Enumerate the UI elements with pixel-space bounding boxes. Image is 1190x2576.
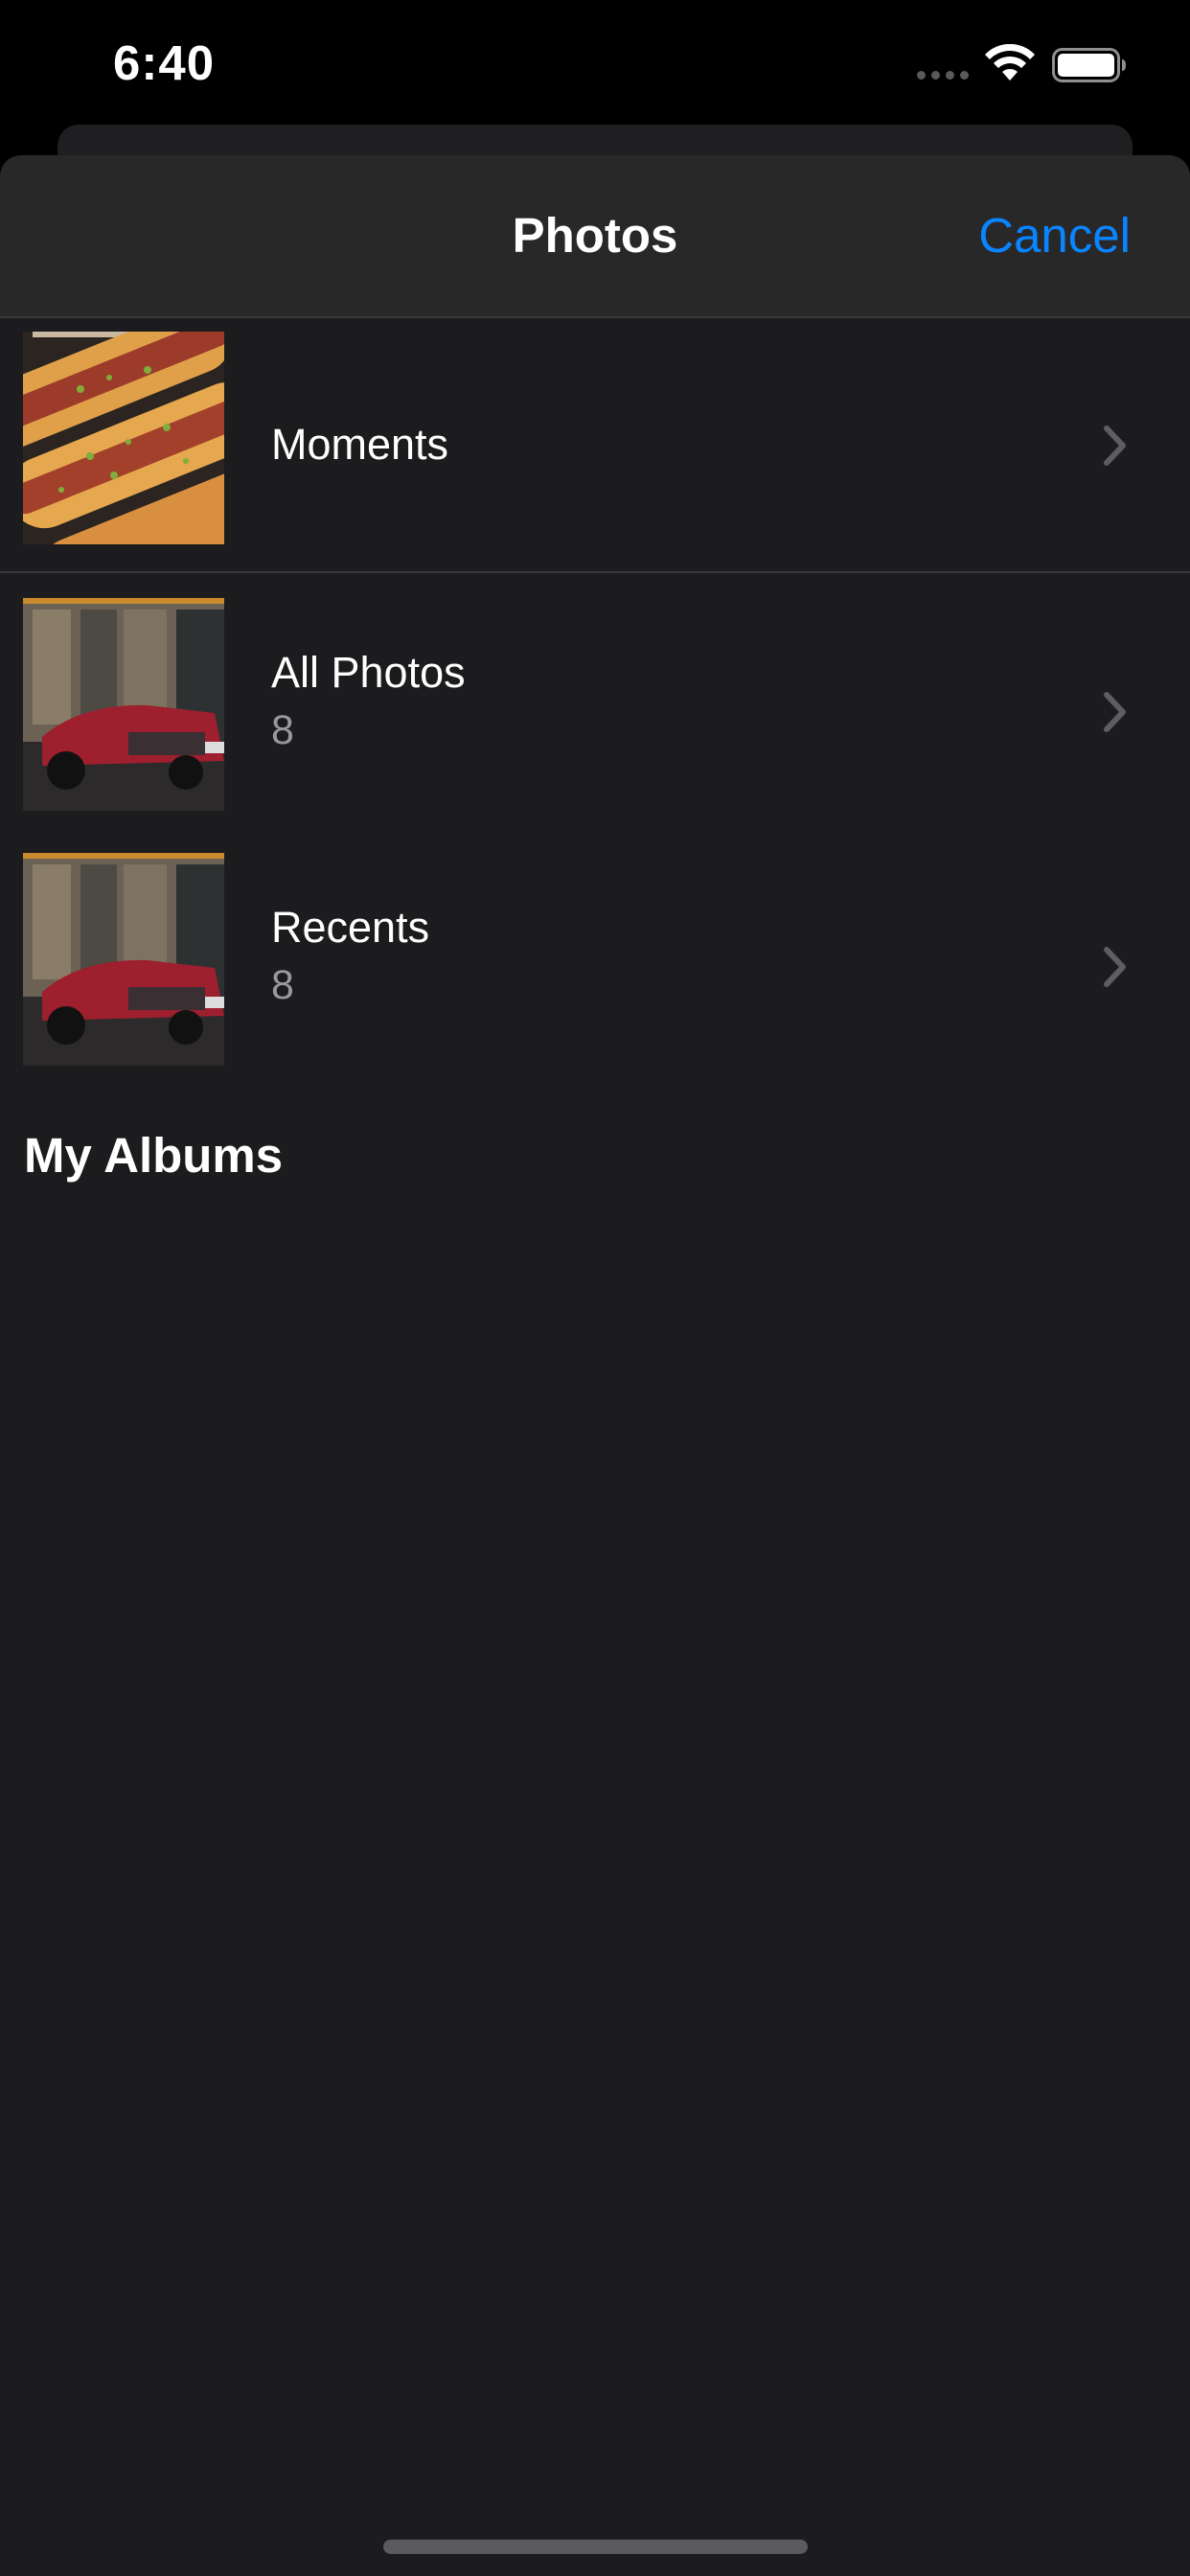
photos-sheet: Photos Cancel Moments All Photos 8 Recen… — [0, 155, 1190, 2576]
status-bar: 6:40 — [0, 0, 1190, 134]
wifi-icon — [985, 44, 1035, 80]
car-thumbnail — [23, 598, 224, 811]
album-row-moments[interactable]: Moments — [0, 316, 1190, 571]
status-time: 6:40 — [113, 35, 216, 90]
chevron-right-icon — [1104, 692, 1126, 732]
navigation-bar: Photos Cancel — [0, 155, 1190, 318]
album-name: All Photos — [271, 648, 466, 697]
album-count: 8 — [271, 962, 294, 1008]
my-albums-header: My Albums — [24, 1128, 284, 1183]
cancel-button[interactable]: Cancel — [978, 207, 1131, 264]
album-name: Recents — [271, 903, 430, 952]
album-name: Moments — [271, 420, 449, 469]
cellular-signal-icon — [917, 71, 973, 80]
chevron-right-icon — [1104, 947, 1126, 987]
chevron-right-icon — [1104, 426, 1126, 466]
album-count: 8 — [271, 707, 294, 753]
food-thumbnail — [23, 332, 224, 544]
album-row-recents[interactable]: Recents 8 — [0, 828, 1190, 1083]
car-thumbnail — [23, 853, 224, 1066]
album-row-all-photos[interactable]: All Photos 8 — [0, 573, 1190, 828]
home-indicator[interactable] — [383, 2540, 808, 2554]
battery-icon — [1052, 48, 1126, 82]
